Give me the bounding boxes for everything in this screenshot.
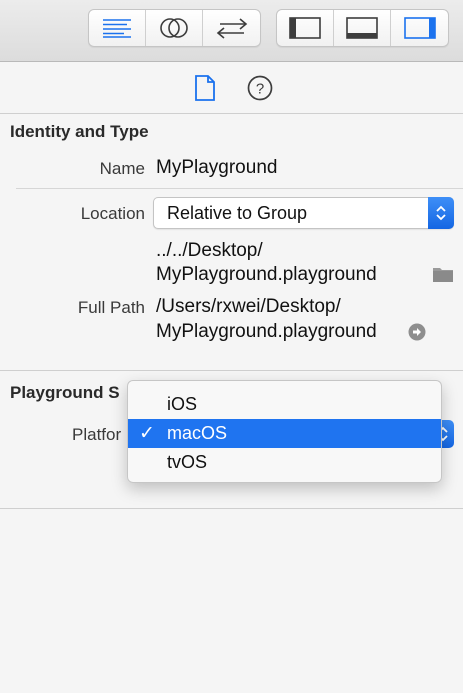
menu-item-macos[interactable]: ✓ macOS <box>128 419 441 448</box>
inspector-tab-bar: ? <box>0 62 463 114</box>
checkmark-icon: ✓ <box>139 423 155 444</box>
utilities-toggle-icon <box>403 17 436 39</box>
chevron-up-down-icon <box>436 205 446 221</box>
version-editor-button[interactable] <box>203 10 260 46</box>
menu-item-tvos[interactable]: tvOS <box>128 448 441 477</box>
menu-item-label: macOS <box>167 423 228 443</box>
reveal-in-finder-button[interactable] <box>408 323 426 346</box>
section-title-identity: Identity and Type <box>10 122 149 141</box>
location-popup-value: Relative to Group <box>167 203 308 223</box>
assistant-editor-button[interactable] <box>146 10 203 46</box>
location-path-line1: ../../Desktop/ <box>156 240 263 261</box>
menu-item-ios[interactable]: iOS <box>128 390 441 419</box>
folder-icon <box>433 268 453 282</box>
svg-text:?: ? <box>256 81 264 98</box>
platform-menu: iOS ✓ macOS tvOS <box>127 380 442 483</box>
location-popup[interactable]: Relative to Group <box>153 197 454 229</box>
section-divider <box>0 370 463 371</box>
quick-help-tab[interactable]: ? <box>247 74 273 102</box>
full-path-line1: /Users/rxwei/Desktop/ <box>156 296 341 317</box>
menu-item-label: tvOS <box>167 452 208 472</box>
navigator-toggle-icon <box>289 17 321 39</box>
full-path-line2: MyPlayground.playground <box>156 321 377 342</box>
name-field[interactable]: MyPlayground <box>156 157 277 179</box>
quick-help-icon: ? <box>247 75 273 101</box>
choose-location-button[interactable] <box>432 265 454 288</box>
version-editor-icon <box>216 18 247 39</box>
arrow-circle-right-icon <box>408 323 426 341</box>
editor-mode-segmented-control <box>88 9 261 47</box>
standard-editor-button[interactable] <box>89 10 146 46</box>
full-path-label: Full Path <box>77 298 145 317</box>
location-label: Location <box>80 204 145 223</box>
section-divider <box>0 508 463 509</box>
toolbar <box>0 0 463 62</box>
section-title-playground: Playground S <box>10 383 120 402</box>
file-inspector-icon <box>195 75 215 101</box>
name-label: Name <box>99 159 145 178</box>
standard-editor-icon <box>103 19 131 38</box>
utilities-toggle-button[interactable] <box>391 10 448 46</box>
location-path-line2: MyPlayground.playground <box>156 264 377 285</box>
divider <box>16 188 463 189</box>
navigator-toggle-button[interactable] <box>277 10 334 46</box>
menu-item-label: iOS <box>167 394 198 414</box>
debug-area-toggle-button[interactable] <box>334 10 391 46</box>
file-inspector-tab[interactable] <box>192 74 218 102</box>
popup-arrows <box>428 197 454 229</box>
debug-area-toggle-icon <box>346 17 378 39</box>
assistant-editor-icon <box>160 18 188 38</box>
view-toggle-segmented-control <box>276 9 449 47</box>
